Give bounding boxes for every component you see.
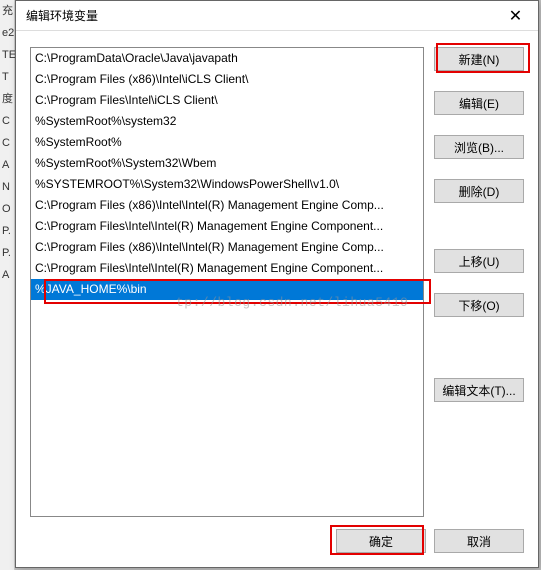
listbox-container: C:\ProgramData\Oracle\Java\javapath C:\P…	[30, 47, 424, 557]
list-item[interactable]: %SystemRoot%	[31, 132, 423, 153]
background-partial-window: 充 e2 TE T 度 C C A N O P. P. A	[0, 0, 15, 570]
dialog-footer: 确定 取消	[336, 529, 524, 553]
cancel-button[interactable]: 取消	[434, 529, 524, 553]
edittext-button[interactable]: 编辑文本(T)...	[434, 378, 524, 402]
ok-button[interactable]: 确定	[336, 529, 426, 553]
dialog-content: C:\ProgramData\Oracle\Java\javapath C:\P…	[16, 31, 538, 567]
edit-button[interactable]: 编辑(E)	[434, 91, 524, 115]
path-listbox[interactable]: C:\ProgramData\Oracle\Java\javapath C:\P…	[30, 47, 424, 517]
titlebar: 编辑环境变量 ✕	[16, 1, 538, 31]
list-item[interactable]: C:\Program Files (x86)\Intel\Intel(R) Ma…	[31, 195, 423, 216]
close-button[interactable]: ✕	[493, 1, 538, 31]
moveup-button[interactable]: 上移(U)	[434, 249, 524, 273]
list-item[interactable]: C:\Program Files\Intel\Intel(R) Manageme…	[31, 258, 423, 279]
delete-button[interactable]: 删除(D)	[434, 179, 524, 203]
close-icon: ✕	[509, 6, 522, 26]
browse-button[interactable]: 浏览(B)...	[434, 135, 524, 159]
list-item[interactable]: %SystemRoot%\system32	[31, 111, 423, 132]
list-item[interactable]: C:\Program Files\Intel\Intel(R) Manageme…	[31, 216, 423, 237]
list-item[interactable]: C:\ProgramData\Oracle\Java\javapath	[31, 48, 423, 69]
list-item[interactable]: %SYSTEMROOT%\System32\WindowsPowerShell\…	[31, 174, 423, 195]
dialog-title: 编辑环境变量	[26, 7, 98, 24]
side-buttons: 新建(N) 编辑(E) 浏览(B)... 删除(D) 上移(U) 下移(O) 编…	[434, 47, 524, 557]
list-item[interactable]: C:\Program Files\Intel\iCLS Client\	[31, 90, 423, 111]
list-item-selected[interactable]: %JAVA_HOME%\bin	[31, 279, 423, 300]
movedown-button[interactable]: 下移(O)	[434, 293, 524, 317]
edit-env-var-dialog: 编辑环境变量 ✕ C:\ProgramData\Oracle\Java\java…	[15, 0, 539, 568]
new-button[interactable]: 新建(N)	[434, 47, 524, 71]
bg-text: 充 e2 TE T 度 C C A N O P. P. A	[0, 0, 14, 286]
list-item[interactable]: C:\Program Files (x86)\Intel\iCLS Client…	[31, 69, 423, 90]
list-item[interactable]: C:\Program Files (x86)\Intel\Intel(R) Ma…	[31, 237, 423, 258]
list-item[interactable]: %SystemRoot%\System32\Wbem	[31, 153, 423, 174]
